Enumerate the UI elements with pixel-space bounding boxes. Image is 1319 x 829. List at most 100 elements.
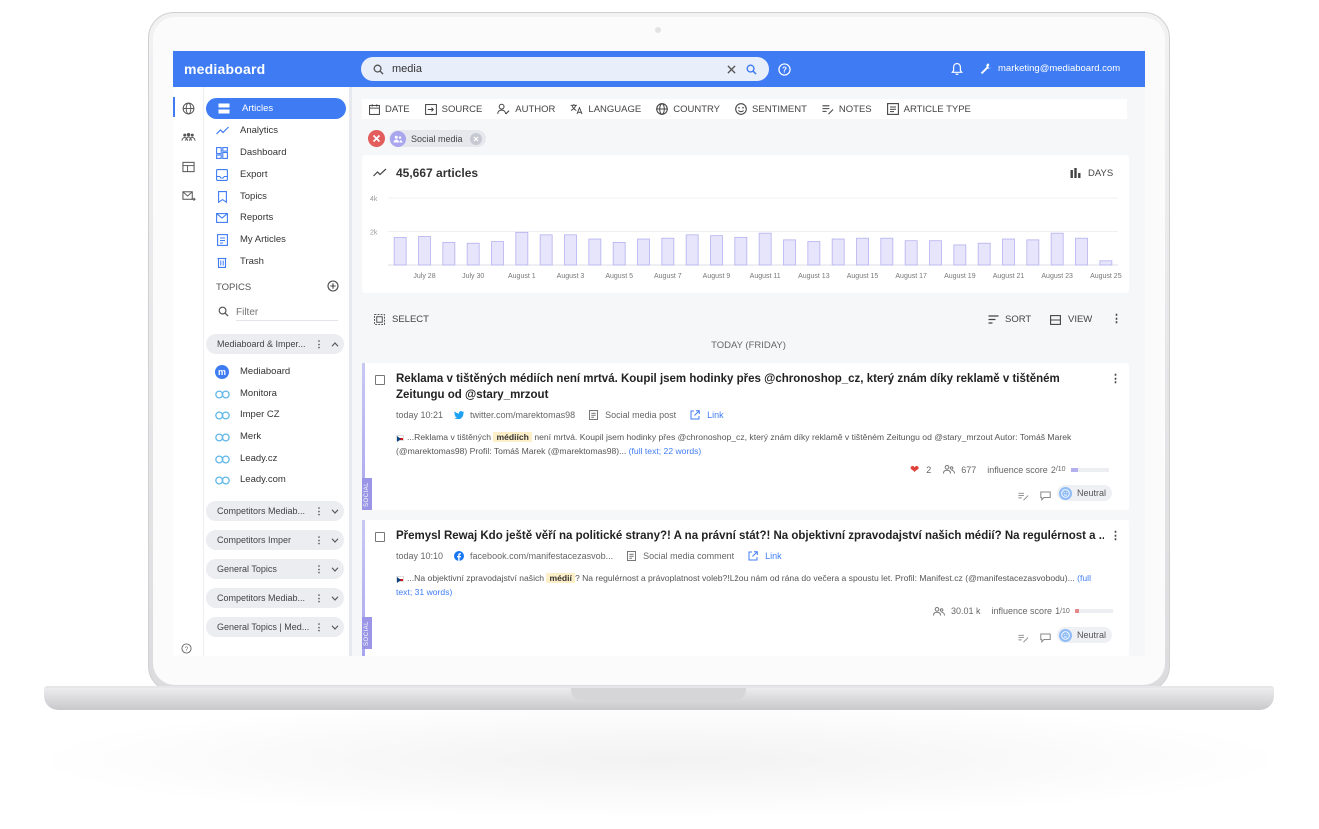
article-checkbox[interactable]: [375, 532, 385, 542]
sort-button[interactable]: SORT: [988, 314, 1031, 325]
article-more-icon[interactable]: ⋮: [1110, 372, 1121, 385]
app-logo[interactable]: mediaboard: [184, 61, 265, 77]
smiley-icon: [735, 103, 747, 115]
topic-item[interactable]: Monitora: [204, 383, 344, 404]
more-vertical-icon[interactable]: ⋮: [312, 535, 326, 546]
article-card[interactable]: SOCIAL Reklama v tištěných médiích není …: [362, 363, 1129, 510]
chevron-down-icon[interactable]: [326, 537, 344, 543]
users-icon[interactable]: [181, 132, 196, 142]
more-vertical-icon[interactable]: ⋮: [312, 622, 326, 633]
topic-group[interactable]: Mediaboard & Imper... ⋮: [206, 334, 344, 354]
sidebar-item-articles[interactable]: Articles: [206, 98, 346, 119]
filter-chip-social-media[interactable]: Social media: [389, 130, 486, 147]
user-email[interactable]: marketing@mediaboard.com: [998, 63, 1120, 74]
filter-sentiment[interactable]: SENTIMENT: [735, 103, 807, 115]
filter-label: AUTHOR: [515, 103, 556, 115]
article-checkbox[interactable]: [375, 375, 385, 385]
more-vertical-icon[interactable]: ⋮: [312, 593, 326, 604]
sidebar-item-my-articles[interactable]: My Articles: [204, 229, 344, 250]
wrench-icon[interactable]: [979, 62, 992, 75]
filter-notes[interactable]: NOTES: [822, 104, 872, 115]
bar-chart-icon[interactable]: [1070, 168, 1081, 178]
analytics-icon: [204, 126, 240, 135]
topic-group[interactable]: Competitors Mediab... ⋮: [206, 501, 344, 521]
topic-item[interactable]: Merk: [204, 426, 344, 447]
edit-notes-icon[interactable]: [1018, 488, 1029, 506]
chevron-down-icon[interactable]: [326, 595, 344, 601]
sidebar-item-dashboard[interactable]: Dashboard: [204, 142, 344, 163]
comment-icon[interactable]: [1040, 630, 1051, 648]
article-link[interactable]: Link: [765, 551, 782, 561]
chevron-down-icon[interactable]: [326, 566, 344, 572]
comment-icon[interactable]: [1040, 488, 1051, 506]
topic-item[interactable]: Imper CZ: [204, 404, 344, 425]
more-vertical-icon[interactable]: ⋮: [312, 564, 326, 575]
topic-group-label: Mediaboard & Imper...: [217, 339, 306, 349]
influence-bar: [1070, 467, 1109, 472]
more-vertical-icon[interactable]: ⋮: [312, 339, 326, 350]
help-icon[interactable]: ?: [778, 63, 791, 76]
sort-icon: [988, 315, 999, 324]
globe-icon[interactable]: [182, 102, 195, 115]
sidebar-item-analytics[interactable]: Analytics: [204, 120, 344, 141]
view-label: VIEW: [1068, 314, 1093, 325]
layout-icon[interactable]: [182, 161, 195, 173]
topic-item[interactable]: m Mediaboard: [204, 361, 344, 382]
filter-author[interactable]: AUTHOR: [497, 103, 555, 115]
sidebar-item-export[interactable]: Export: [204, 164, 344, 185]
neutral-face-icon: [1059, 628, 1072, 642]
topic-group[interactable]: Competitors Mediab... ⋮: [206, 588, 344, 608]
sentiment-badge[interactable]: Neutral: [1057, 485, 1113, 501]
clear-filters-icon[interactable]: [368, 130, 385, 147]
filter-source[interactable]: SOURCE: [424, 104, 482, 115]
influence-label: influence score: [991, 606, 1053, 616]
article-link[interactable]: Link: [707, 410, 724, 420]
search-input[interactable]: media: [392, 63, 727, 75]
period-toggle[interactable]: DAYS: [1088, 168, 1113, 179]
chevron-down-icon[interactable]: [326, 624, 344, 630]
reach-count: 677: [961, 464, 977, 475]
article-title[interactable]: Přemysl Rewaj Kdo ještě věří na politick…: [396, 528, 1104, 544]
snippet-highlight: médií: [546, 573, 575, 583]
article-title[interactable]: Reklama v tištěných médiích není mrtvá. …: [396, 371, 1104, 403]
view-button[interactable]: VIEW: [1050, 314, 1092, 325]
edit-notes-icon[interactable]: [1018, 630, 1029, 648]
more-options-icon[interactable]: ⋮: [1111, 312, 1122, 325]
more-vertical-icon[interactable]: ⋮: [312, 506, 326, 517]
topic-item[interactable]: Leady.cz: [204, 448, 344, 469]
topics-filter-input[interactable]: [236, 304, 338, 321]
topic-group[interactable]: General Topics ⋮: [206, 559, 344, 579]
author-icon: [497, 103, 510, 115]
full-text-link[interactable]: (full text; 22 words): [629, 446, 702, 456]
filter-country[interactable]: COUNTRY: [656, 103, 720, 115]
chevron-down-icon[interactable]: [326, 508, 344, 514]
sentiment-badge[interactable]: Neutral: [1057, 627, 1113, 643]
topic-group[interactable]: Competitors Imper ⋮: [206, 530, 344, 550]
filter-article-type[interactable]: ARTICLE TYPE: [886, 103, 971, 115]
sidebar-item-reports[interactable]: Reports: [204, 207, 344, 228]
select-button[interactable]: SELECT: [374, 314, 429, 325]
clear-search-icon[interactable]: [727, 64, 736, 74]
topic-group[interactable]: General Topics | Med... ⋮: [206, 617, 344, 637]
sidebar-item-trash[interactable]: Trash: [204, 251, 344, 272]
chip-remove-icon[interactable]: [469, 132, 482, 145]
chevron-up-icon[interactable]: [326, 341, 344, 347]
filter-date[interactable]: DATE: [369, 104, 410, 115]
chart-bar: [880, 237, 894, 266]
chart-bar: [661, 237, 675, 266]
search-bar[interactable]: media: [361, 57, 769, 81]
search-submit-icon[interactable]: [746, 64, 757, 75]
article-type: Social media comment: [643, 551, 735, 561]
article-source[interactable]: twitter.com/marektomas98: [470, 410, 575, 420]
mail-send-icon[interactable]: [182, 190, 196, 202]
influence-bar: [1074, 609, 1113, 613]
question-icon[interactable]: ?: [181, 643, 192, 654]
article-source[interactable]: facebook.com/manifestacezasvob...: [470, 551, 613, 561]
filter-language[interactable]: LANGUAGE: [570, 103, 641, 115]
article-card[interactable]: SOCIAL Přemysl Rewaj Kdo ještě věří na p…: [362, 520, 1129, 656]
article-more-icon[interactable]: ⋮: [1110, 529, 1121, 542]
bell-icon[interactable]: [951, 62, 963, 76]
topic-item[interactable]: Leady.com: [204, 469, 344, 490]
sidebar-item-topics[interactable]: Topics: [204, 186, 344, 207]
add-topic-icon[interactable]: [327, 280, 339, 292]
